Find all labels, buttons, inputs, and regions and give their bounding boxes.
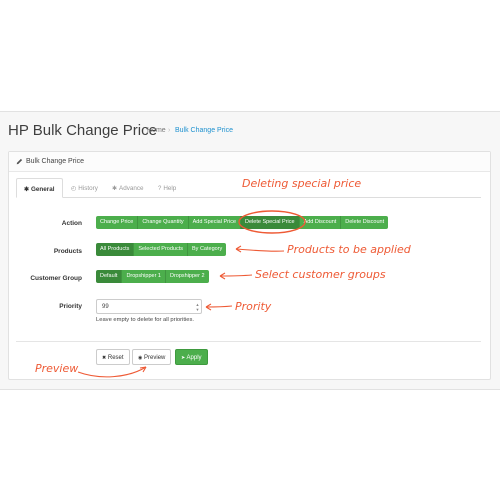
tab-label: General [31,186,55,193]
action-change-price[interactable]: Change Price [96,216,139,229]
tab-general[interactable]: ✱ General [16,178,63,198]
tab-label: History [78,185,98,192]
products-selected[interactable]: Selected Products [134,243,188,256]
spinner-arrows-icon[interactable]: ▲ ▼ [195,302,200,312]
group-dropshipper-2[interactable]: Dropshipper 2 [165,270,209,283]
customer-group-label: Customer Group [30,275,82,282]
close-icon: ✖ [102,355,107,361]
action-label: Action [61,220,82,227]
priority-label: Priority [59,303,82,310]
pencil-icon [16,158,23,165]
action-add-discount[interactable]: Add Discount [299,216,342,229]
tab-label: Advance [119,185,144,192]
products-button-group: All Products Selected Products By Catego… [96,243,227,256]
products-by-category[interactable]: By Category [188,243,227,256]
annotation-priority: Prority [235,300,272,313]
send-icon: ➤ [181,355,186,361]
reset-label: Reset [107,355,124,361]
question-icon: ? [158,186,162,192]
breadcrumb-separator: › [168,127,171,134]
breadcrumb-current[interactable]: Bulk Change Price [175,127,233,134]
annotation-delete-special: Deleting special price [242,177,362,190]
action-delete-discount[interactable]: Delete Discount [341,216,389,229]
history-icon: ◴ [71,186,77,192]
gear-icon: ✱ [24,187,30,193]
divider [16,341,481,342]
annotation-products: Products to be applied [287,243,411,256]
breadcrumb-home[interactable]: Home [147,127,166,134]
page-title: HP Bulk Change Price [8,122,157,139]
preview-label: Preview [144,355,166,361]
products-label: Products [53,248,82,255]
panel-header: Bulk Change Price [9,152,490,172]
priority-help-text: Leave empty to delete for all priorities… [96,317,194,323]
action-change-quantity[interactable]: Change Quantity [138,216,189,229]
action-delete-special-price[interactable]: Delete Special Price [241,216,300,229]
tab-label: Help [163,185,177,192]
action-button-group: Change Price Change Quantity Add Special… [96,216,389,229]
priority-value: 99 [102,304,109,310]
group-dropshipper-1[interactable]: Dropshipper 1 [122,270,166,283]
panel-title: Bulk Change Price [26,158,84,165]
apply-button[interactable]: ➤ Apply [175,349,208,365]
screenshot: HP Bulk Change Price Home › Bulk Change … [0,0,500,500]
priority-input[interactable]: 99 ▲ ▼ [96,299,202,314]
eye-icon: ◉ [138,355,143,361]
annotation-groups: Select customer groups [255,268,386,281]
apply-label: Apply [186,355,202,361]
gear-icon: ✱ [112,186,118,192]
tab-help[interactable]: ? Help [158,178,176,198]
customer-group-button-group: Default Dropshipper 1 Dropshipper 2 [96,270,209,283]
action-add-special-price[interactable]: Add Special Price [188,216,242,229]
group-default[interactable]: Default [96,270,123,283]
tab-history[interactable]: ◴ History [71,178,98,198]
tab-advance[interactable]: ✱ Advance [112,178,144,198]
reset-button[interactable]: ✖ Reset [96,349,130,365]
annotation-preview: Preview [35,362,79,375]
products-all[interactable]: All Products [96,243,135,256]
preview-button[interactable]: ◉ Preview [132,349,172,365]
